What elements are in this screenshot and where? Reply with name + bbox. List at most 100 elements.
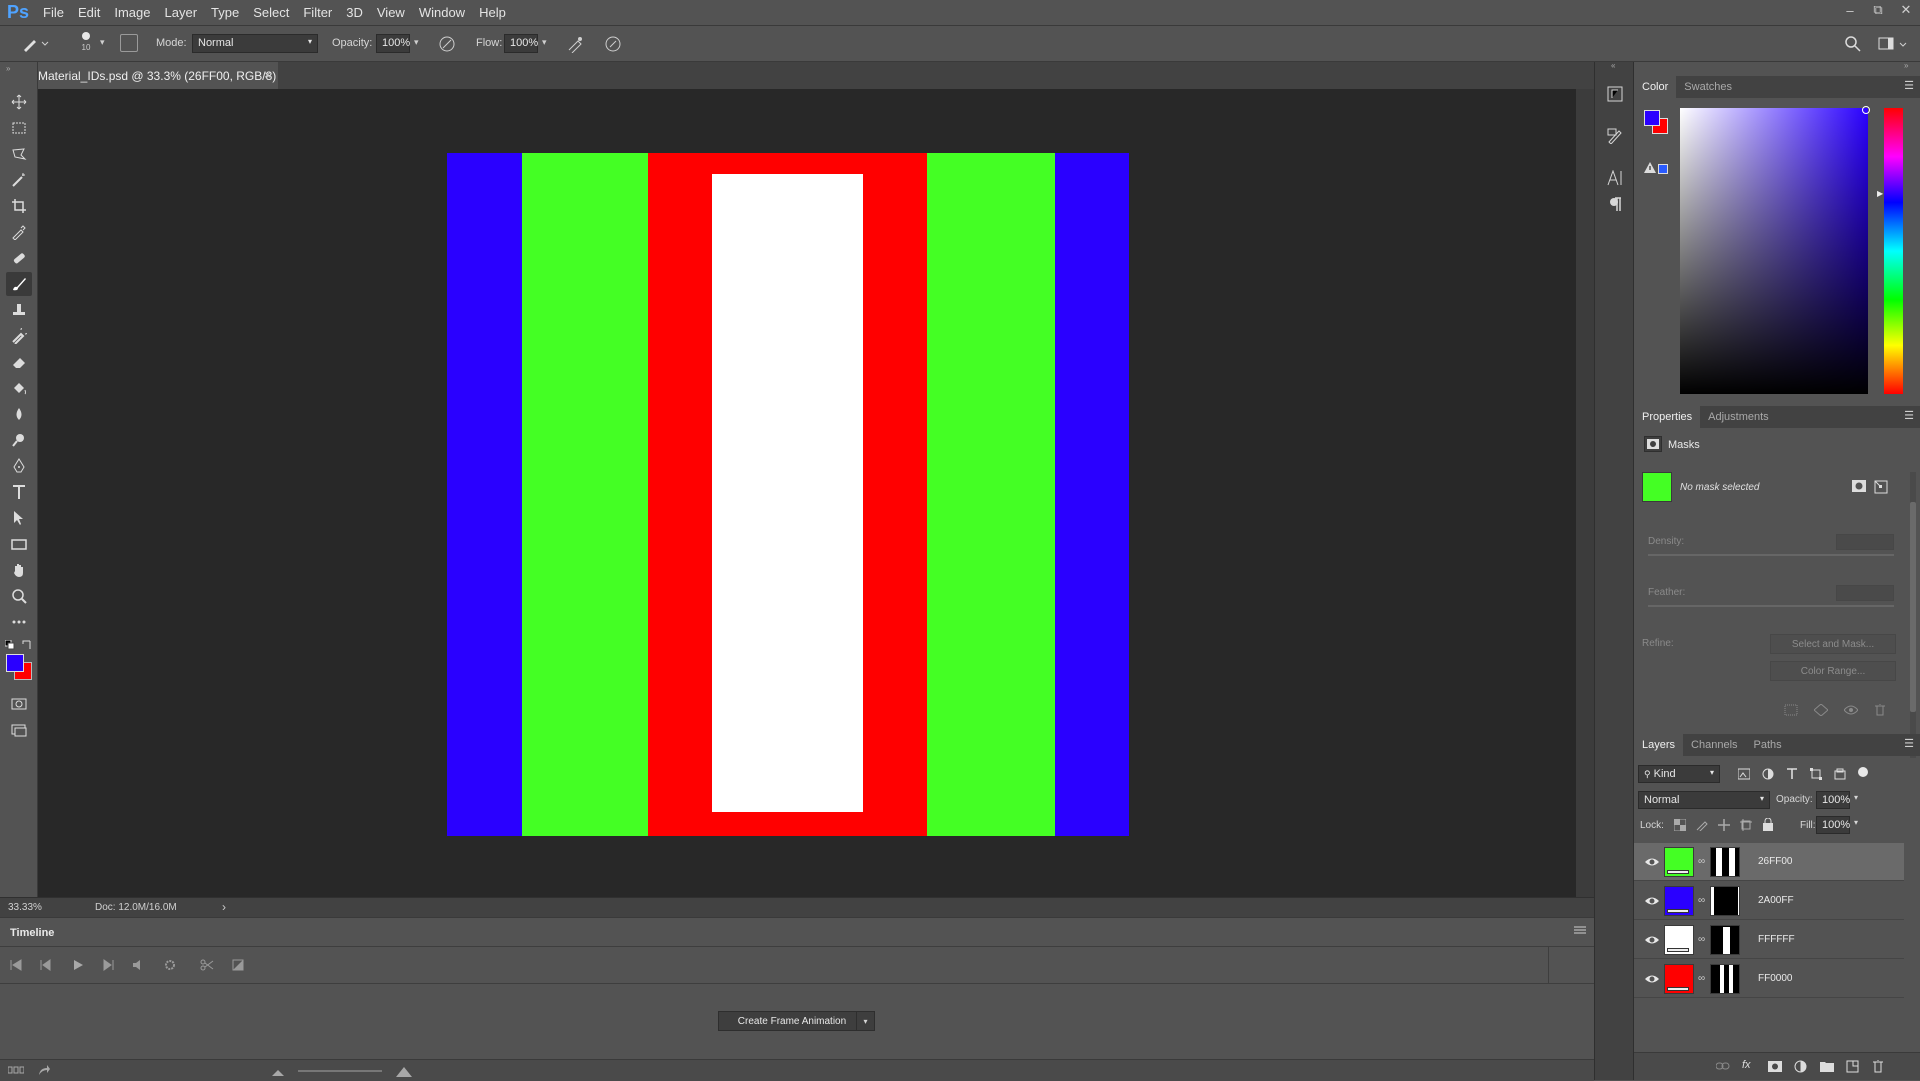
feather-input[interactable] xyxy=(1836,585,1894,601)
layer-name[interactable]: 26FF00 xyxy=(1758,856,1792,867)
layer-name[interactable]: 2A00FF xyxy=(1758,895,1794,906)
pressure-opacity-icon[interactable] xyxy=(438,35,456,53)
quick-mask-icon[interactable] xyxy=(6,692,32,716)
dodge-tool-icon[interactable] xyxy=(6,428,32,452)
select-and-mask-button[interactable]: Select and Mask... xyxy=(1770,634,1896,654)
menu-image[interactable]: Image xyxy=(107,5,157,20)
zoom-tool-icon[interactable] xyxy=(6,584,32,608)
timeline-zoom-slider[interactable] xyxy=(298,1070,382,1072)
type-tool-icon[interactable] xyxy=(6,480,32,504)
menu-window[interactable]: Window xyxy=(412,5,472,20)
paint-bucket-tool-icon[interactable] xyxy=(6,376,32,400)
screen-mode-icon[interactable] xyxy=(6,718,32,742)
lasso-tool-icon[interactable] xyxy=(6,142,32,166)
swap-colors-icon[interactable] xyxy=(22,640,32,650)
filter-toggle-icon[interactable] xyxy=(1858,767,1868,777)
previous-frame-icon[interactable] xyxy=(40,959,52,971)
link-chain-icon[interactable]: ∞ xyxy=(1698,856,1705,867)
brush-panel-toggle-icon[interactable] xyxy=(120,34,138,52)
opacity-input[interactable]: 100% xyxy=(376,34,410,53)
default-colors-icon[interactable] xyxy=(5,640,15,650)
link-chain-icon[interactable]: ∞ xyxy=(1698,934,1705,945)
layer-row-26ff00[interactable]: ∞ 26FF00 xyxy=(1634,843,1904,881)
menu-type[interactable]: Type xyxy=(204,5,246,20)
eyedropper-tool-icon[interactable] xyxy=(6,220,32,244)
brush-tool-preset-icon[interactable] xyxy=(20,34,50,54)
brush-size-preview[interactable]: 10 xyxy=(78,32,94,56)
new-adjustment-layer-icon[interactable] xyxy=(1794,1060,1807,1073)
tab-layers[interactable]: Layers xyxy=(1634,734,1684,756)
healing-brush-tool-icon[interactable] xyxy=(6,246,32,270)
restore-button[interactable]: ⧉ xyxy=(1864,0,1892,20)
brush-settings-panel-icon[interactable] xyxy=(1603,124,1627,148)
layer-row-ff0000[interactable]: ∞ FF0000 xyxy=(1634,960,1904,998)
split-playhead-scissors-icon[interactable] xyxy=(200,959,214,971)
density-input[interactable] xyxy=(1836,534,1894,550)
magic-wand-tool-icon[interactable] xyxy=(6,168,32,192)
menu-help[interactable]: Help xyxy=(472,5,513,20)
visibility-eye-icon[interactable] xyxy=(1644,854,1660,870)
feather-slider[interactable] xyxy=(1648,605,1894,607)
timeline-title[interactable]: Timeline xyxy=(10,927,54,939)
visibility-eye-icon[interactable] xyxy=(1644,971,1660,987)
render-video-icon[interactable] xyxy=(38,1064,50,1076)
hand-tool-icon[interactable] xyxy=(6,558,32,582)
add-layer-mask-icon[interactable] xyxy=(1768,1061,1782,1072)
color-panel-foreground-swatch[interactable] xyxy=(1644,110,1660,126)
tab-properties[interactable]: Properties xyxy=(1634,406,1701,428)
flow-slider-chevron-icon[interactable]: ▾ xyxy=(542,37,547,48)
menu-filter[interactable]: Filter xyxy=(296,5,339,20)
layer-filter-kind-dropdown[interactable]: ⚲ Kind ▾ xyxy=(1638,765,1720,783)
density-slider[interactable] xyxy=(1648,554,1894,556)
layer-blend-mode-dropdown[interactable]: Normal ▾ xyxy=(1638,791,1770,809)
path-selection-tool-icon[interactable] xyxy=(6,506,32,530)
add-vector-mask-icon[interactable] xyxy=(1874,480,1888,494)
airbrush-icon[interactable] xyxy=(566,35,584,53)
create-frame-animation-button[interactable]: Create Frame Animation xyxy=(718,1011,866,1031)
lock-position-icon[interactable] xyxy=(1718,819,1730,831)
filter-smart-object-icon[interactable] xyxy=(1834,768,1846,780)
rectangle-tool-icon[interactable] xyxy=(6,532,32,556)
canvas-vertical-scrollbar[interactable] xyxy=(1576,89,1594,897)
filter-adjustment-layer-icon[interactable] xyxy=(1762,768,1774,780)
audio-icon[interactable] xyxy=(132,959,144,971)
pen-tool-icon[interactable] xyxy=(6,454,32,478)
new-group-folder-icon[interactable] xyxy=(1820,1060,1834,1072)
menu-file[interactable]: File xyxy=(36,5,71,20)
zoom-out-mountain-icon[interactable] xyxy=(272,1066,284,1076)
more-tools-icon[interactable] xyxy=(6,610,32,634)
layer-name[interactable]: FF0000 xyxy=(1758,973,1792,984)
zoom-level[interactable]: 33.33% xyxy=(8,902,42,913)
minimize-button[interactable]: – xyxy=(1836,0,1864,20)
flow-input[interactable]: 100% xyxy=(504,34,538,53)
close-window-button[interactable]: ✕ xyxy=(1892,0,1920,20)
layers-panel-menu-icon[interactable]: ☰ xyxy=(1904,737,1914,750)
filter-shape-layer-icon[interactable] xyxy=(1810,768,1822,780)
visibility-eye-icon[interactable] xyxy=(1644,893,1660,909)
web-safe-color-swatch[interactable] xyxy=(1658,164,1668,174)
eraser-tool-icon[interactable] xyxy=(6,350,32,374)
move-tool-icon[interactable] xyxy=(6,90,32,114)
search-icon[interactable] xyxy=(1844,35,1862,53)
transition-icon[interactable] xyxy=(232,959,244,971)
workspace-switcher-icon[interactable] xyxy=(1878,35,1910,53)
foreground-color-swatch[interactable] xyxy=(6,654,24,672)
close-document-icon[interactable]: × xyxy=(264,68,271,82)
play-icon[interactable] xyxy=(72,959,84,971)
panels-collapse-icon[interactable]: » xyxy=(1904,61,1908,70)
create-animation-dropdown-chevron-icon[interactable]: ▾ xyxy=(856,1011,875,1031)
layer-opacity-input[interactable]: 100% xyxy=(1816,791,1850,809)
fill-input[interactable]: 100% xyxy=(1816,816,1850,834)
link-layers-icon[interactable] xyxy=(1716,1061,1730,1071)
document-canvas[interactable] xyxy=(447,153,1129,836)
lock-image-pixels-icon[interactable] xyxy=(1696,819,1708,831)
brush-tool-icon[interactable] xyxy=(6,272,32,296)
layer-name[interactable]: FFFFFF xyxy=(1758,934,1795,945)
filter-type-layer-icon[interactable] xyxy=(1786,768,1798,780)
playback-settings-gear-icon[interactable] xyxy=(164,959,176,971)
layer-mask-thumbnail[interactable] xyxy=(1710,925,1740,955)
visibility-eye-icon[interactable] xyxy=(1644,932,1660,948)
tab-color[interactable]: Color xyxy=(1634,76,1677,98)
menu-select[interactable]: Select xyxy=(246,5,296,20)
layer-mask-thumbnail[interactable] xyxy=(1710,886,1740,916)
